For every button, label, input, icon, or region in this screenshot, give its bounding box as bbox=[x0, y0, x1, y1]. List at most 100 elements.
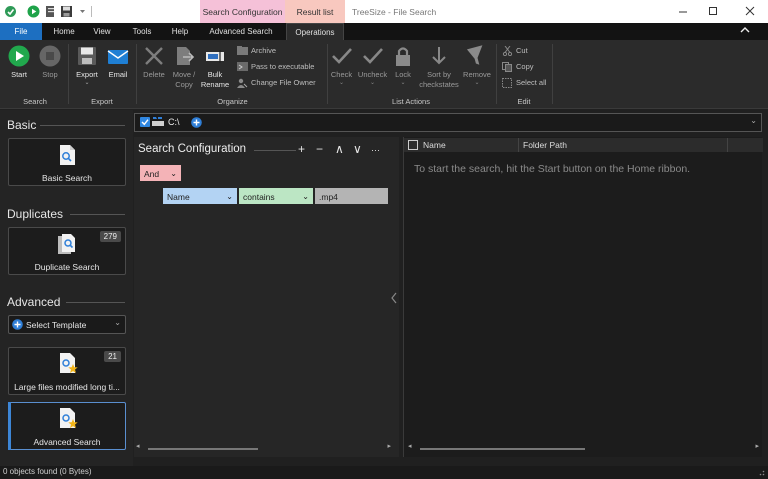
delete-icon bbox=[145, 47, 163, 65]
logic-operator-dropdown[interactable]: And ⌄ bbox=[140, 165, 181, 181]
more-options-button[interactable]: ··· bbox=[371, 145, 380, 155]
group-search-label: Search bbox=[23, 97, 47, 106]
drive-icon bbox=[152, 117, 164, 126]
advanced-search-card[interactable]: Advanced Search bbox=[8, 402, 126, 450]
path-checkbox[interactable] bbox=[140, 117, 150, 127]
delete-button[interactable]: Delete bbox=[140, 45, 168, 80]
stop-button[interactable]: Stop bbox=[36, 45, 64, 80]
field-dropdown[interactable]: Name ⌄ bbox=[163, 188, 237, 204]
field-value: Name bbox=[167, 192, 190, 202]
results-horizontal-scrollbar[interactable]: ◂ ▸ bbox=[408, 442, 759, 454]
customize-quick-access-icon[interactable] bbox=[76, 5, 89, 18]
save-quick-icon[interactable] bbox=[60, 5, 73, 18]
copy-icon bbox=[502, 62, 512, 72]
scroll-thumb[interactable] bbox=[148, 448, 258, 450]
remove-condition-button[interactable]: − bbox=[316, 142, 323, 156]
operator-dropdown[interactable]: contains ⌄ bbox=[239, 188, 313, 204]
remove-button[interactable]: Remove ⌄ bbox=[461, 45, 493, 86]
column-header-name[interactable]: Name bbox=[404, 138, 519, 152]
window-title: TreeSize - File Search bbox=[352, 7, 437, 17]
move-copy-button[interactable]: Move / Copy bbox=[170, 45, 198, 90]
large-files-template-card[interactable]: 21 Large files modified long ti... bbox=[8, 347, 126, 395]
pass-to-executable-button[interactable]: Pass to executable bbox=[237, 62, 327, 72]
scroll-left-icon[interactable]: ◂ bbox=[136, 442, 140, 450]
uncheck-icon bbox=[362, 48, 383, 64]
export-button[interactable]: Export ⌄ bbox=[72, 45, 102, 86]
change-file-owner-button[interactable]: Change File Owner bbox=[237, 78, 327, 88]
tab-help[interactable]: Help bbox=[164, 23, 196, 40]
check-button[interactable]: Check ⌄ bbox=[328, 45, 355, 86]
start-label: Start bbox=[11, 70, 27, 79]
context-tab-search-configuration[interactable]: Search Configuration bbox=[200, 0, 285, 23]
tab-view[interactable]: View bbox=[86, 23, 118, 40]
archive-button[interactable]: Archive bbox=[237, 46, 327, 56]
status-bar: 0 objects found (0 Bytes) bbox=[0, 466, 768, 479]
scroll-right-icon[interactable]: ▸ bbox=[755, 442, 759, 450]
sort-label-2: checkstates bbox=[419, 80, 459, 89]
select-template-dropdown[interactable]: Select Template ⌄ bbox=[8, 315, 126, 334]
cut-button[interactable]: Cut bbox=[502, 46, 552, 56]
bulk-rename-button[interactable]: Bulk Rename bbox=[200, 45, 230, 90]
column-header-folder-path[interactable]: Folder Path bbox=[519, 138, 728, 152]
duplicate-search-card[interactable]: 279 Duplicate Search bbox=[8, 227, 126, 275]
splitter-collapse-icon[interactable] bbox=[390, 292, 398, 304]
group-organize-label: Organize bbox=[217, 97, 248, 106]
archive-label: Archive bbox=[251, 46, 277, 55]
lock-button[interactable]: Lock ⌄ bbox=[391, 45, 415, 86]
document-star-icon bbox=[60, 353, 78, 373]
move-copy-label-2: Copy bbox=[175, 80, 193, 89]
group-divider bbox=[68, 44, 69, 104]
group-divider bbox=[496, 44, 497, 104]
uncheck-button[interactable]: Uncheck ⌄ bbox=[356, 45, 389, 86]
add-condition-button[interactable]: + bbox=[298, 142, 305, 156]
search-path-bar[interactable]: C:\ ⌄ bbox=[134, 113, 762, 132]
export-quick-icon[interactable] bbox=[44, 5, 57, 18]
drive-path-label: C:\ bbox=[168, 117, 180, 127]
scroll-left-icon[interactable]: ◂ bbox=[408, 442, 412, 450]
move-up-button[interactable]: ∧ bbox=[335, 142, 344, 156]
cut-label: Cut bbox=[516, 46, 528, 55]
copy-button[interactable]: Copy bbox=[502, 62, 552, 72]
scroll-right-icon[interactable]: ▸ bbox=[387, 442, 391, 450]
resize-grip-icon[interactable] bbox=[757, 468, 765, 476]
tab-operations[interactable]: Operations bbox=[286, 23, 344, 40]
pass-to-executable-icon bbox=[237, 62, 248, 71]
operator-value: contains bbox=[243, 192, 275, 202]
collapse-ribbon-icon[interactable] bbox=[740, 25, 750, 35]
add-path-icon[interactable] bbox=[191, 117, 202, 128]
column-name-label: Name bbox=[423, 140, 446, 150]
sort-by-checkstates-button[interactable]: Sort by checkstates bbox=[418, 45, 460, 90]
tab-tools[interactable]: Tools bbox=[124, 23, 160, 40]
status-text: 0 objects found (0 Bytes) bbox=[3, 467, 92, 476]
column-folder-path-label: Folder Path bbox=[523, 140, 567, 150]
move-down-button[interactable]: ∨ bbox=[353, 142, 362, 156]
select-all-icon bbox=[502, 78, 512, 88]
start-quick-icon[interactable] bbox=[27, 5, 40, 18]
start-button[interactable]: Start bbox=[5, 45, 33, 80]
remove-icon bbox=[466, 45, 483, 65]
treesize-logo-icon bbox=[5, 6, 16, 17]
tab-advanced-search[interactable]: Advanced Search bbox=[201, 23, 281, 40]
select-template-label: Select Template bbox=[26, 320, 87, 330]
empty-results-hint: To start the search, hit the Start butto… bbox=[414, 163, 691, 175]
select-all-checkbox[interactable] bbox=[408, 140, 418, 150]
tab-home[interactable]: Home bbox=[46, 23, 82, 40]
ribbon: Start Stop Search Export ⌄ Email Export … bbox=[0, 40, 768, 109]
maximize-icon[interactable] bbox=[698, 0, 728, 23]
duplicate-search-label: Duplicate Search bbox=[34, 262, 100, 272]
basic-search-card[interactable]: Basic Search bbox=[8, 138, 126, 186]
value-input[interactable]: .mp4 bbox=[315, 188, 388, 204]
tab-file[interactable]: File bbox=[0, 23, 42, 40]
close-icon[interactable] bbox=[735, 0, 765, 23]
path-dropdown-icon[interactable]: ⌄ bbox=[750, 116, 757, 125]
duplicate-count-badge: 279 bbox=[99, 231, 121, 242]
section-divider bbox=[66, 302, 125, 303]
minimize-icon[interactable] bbox=[668, 0, 698, 23]
lock-icon bbox=[396, 47, 410, 66]
scroll-thumb[interactable] bbox=[420, 448, 585, 450]
email-button[interactable]: Email bbox=[104, 45, 132, 80]
context-tab-result-list[interactable]: Result list bbox=[285, 0, 345, 23]
select-all-button[interactable]: Select all bbox=[502, 78, 552, 88]
export-icon bbox=[78, 47, 96, 65]
config-horizontal-scrollbar[interactable]: ◂ ▸ bbox=[136, 442, 391, 454]
